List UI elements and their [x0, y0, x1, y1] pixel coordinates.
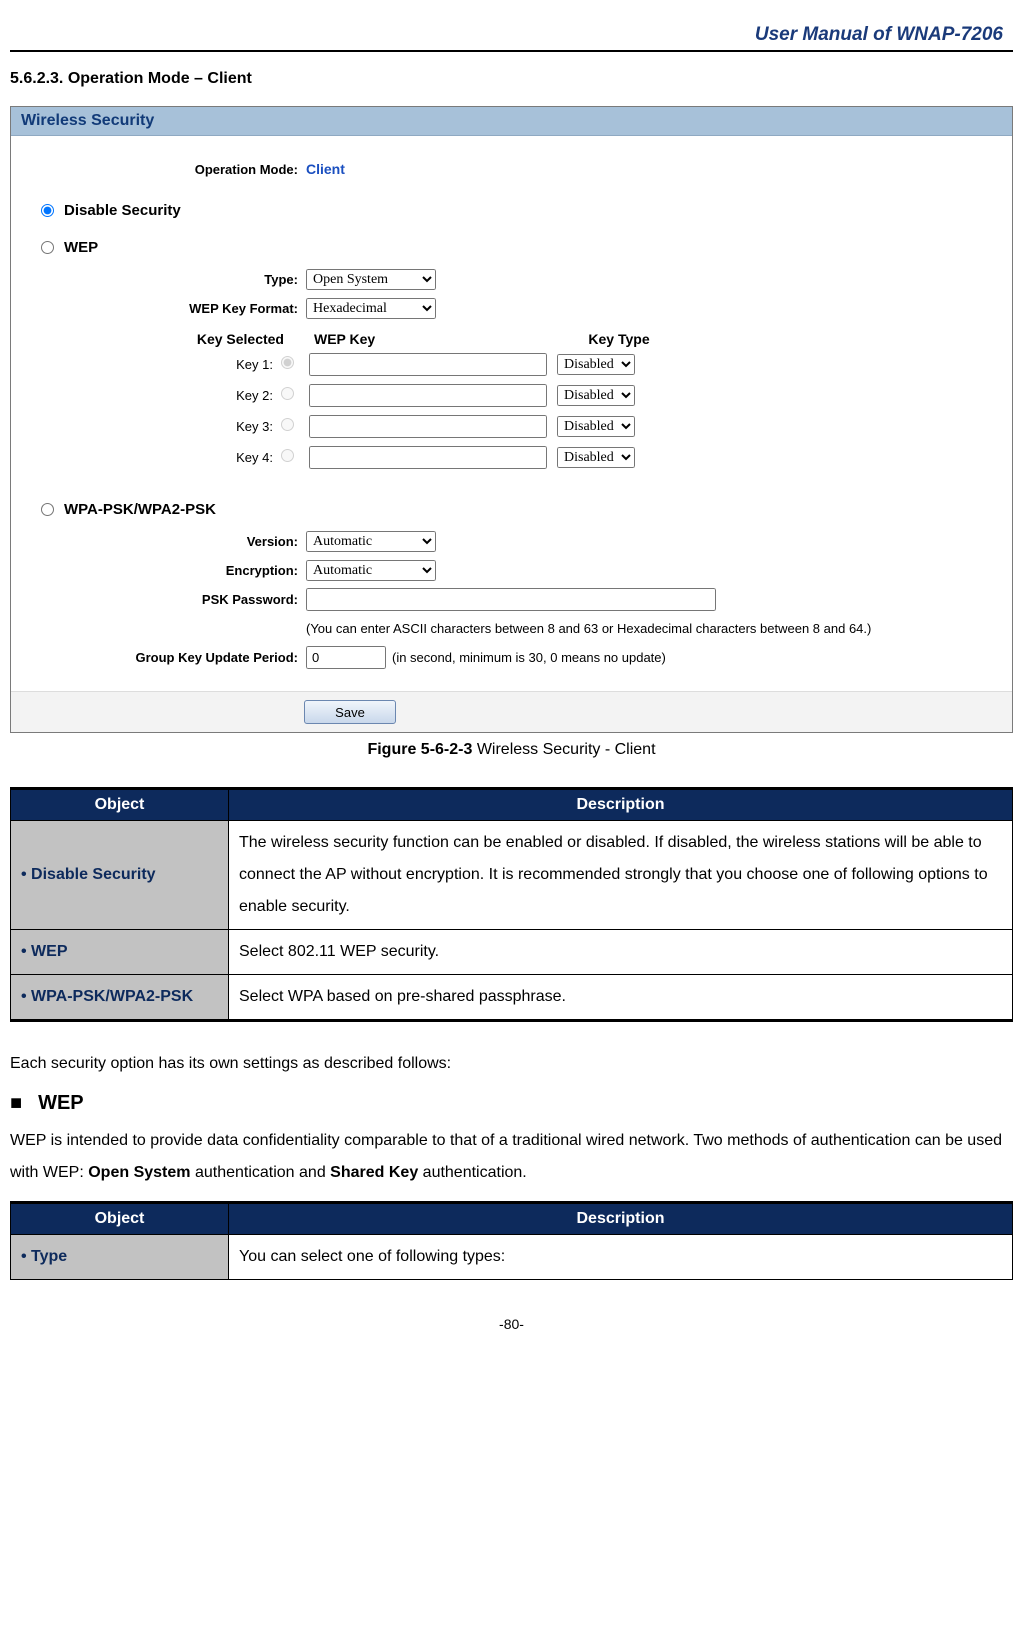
wpa-version-select[interactable]: Automatic [306, 531, 436, 552]
key4-radio[interactable] [281, 449, 294, 462]
header-divider [10, 50, 1013, 52]
td-obj-wep: WEP [11, 930, 229, 975]
save-button[interactable]: Save [304, 700, 396, 724]
key4-label: Key 4: [21, 450, 281, 465]
key3-type-select[interactable]: Disabled [557, 416, 635, 437]
wep-head-key: WEP Key [314, 331, 559, 347]
td-desc-type: You can select one of following types: [229, 1235, 1013, 1280]
wep-label: WEP [64, 239, 98, 256]
figure-caption-text: Wireless Security - Client [472, 741, 655, 758]
key1-radio[interactable] [281, 356, 294, 369]
wep-type-select[interactable]: Open System [306, 269, 436, 290]
key2-type-select[interactable]: Disabled [557, 385, 635, 406]
th-description: Description [229, 789, 1013, 821]
psk-hint: (You can enter ASCII characters between … [306, 621, 871, 636]
disable-security-label: Disable Security [64, 202, 181, 219]
document-header: User Manual of WNAP-7206 [10, 0, 1013, 50]
th-object-2: Object [11, 1203, 229, 1235]
radio-wpa-psk[interactable] [41, 503, 54, 516]
wpa-version-label: Version: [21, 534, 306, 549]
figure-caption: Figure 5-6-2-3 Wireless Security - Clien… [10, 741, 1013, 759]
figure-caption-num: Figure 5-6-2-3 [367, 741, 472, 758]
section-number: 5.6.2.3. [10, 70, 63, 87]
wep-type-label: Type: [21, 272, 306, 287]
td-obj-wpa: WPA-PSK/WPA2-PSK [11, 975, 229, 1021]
gkup-input[interactable] [306, 646, 386, 669]
key4-type-select[interactable]: Disabled [557, 447, 635, 468]
key1-input[interactable] [309, 353, 547, 376]
section-title: Operation Mode – Client [68, 70, 252, 87]
wpa-encryption-select[interactable]: Automatic [306, 560, 436, 581]
key2-input[interactable] [309, 384, 547, 407]
panel-title: Wireless Security [11, 107, 1012, 136]
wep-format-label: WEP Key Format: [21, 301, 306, 316]
wep-head-type: Key Type [559, 331, 679, 347]
gkup-hint: (in second, minimum is 30, 0 means no up… [392, 650, 666, 665]
psk-password-input[interactable] [306, 588, 716, 611]
operation-mode-label: Operation Mode: [21, 162, 306, 177]
key1-type-select[interactable]: Disabled [557, 354, 635, 375]
page-number: -80- [10, 1316, 1013, 1332]
figure-wireless-security: Wireless Security Operation Mode: Client… [10, 106, 1013, 733]
wpa-psk-label: WPA-PSK/WPA2-PSK [64, 501, 216, 518]
wep-head-selected: Key Selected [21, 331, 314, 347]
wep-subheading: ■ WEP [10, 1092, 1013, 1115]
wpa-encryption-label: Encryption: [21, 563, 306, 578]
radio-wep[interactable] [41, 241, 54, 254]
key2-label: Key 2: [21, 388, 281, 403]
radio-disable-security[interactable] [41, 204, 54, 217]
th-description-2: Description [229, 1203, 1013, 1235]
psk-password-label: PSK Password: [21, 592, 306, 607]
gkup-label: Group Key Update Period: [21, 650, 306, 665]
operation-mode-value: Client [306, 161, 345, 177]
td-obj-disable: Disable Security [11, 821, 229, 930]
key1-label: Key 1: [21, 357, 281, 372]
key4-input[interactable] [309, 446, 547, 469]
key3-label: Key 3: [21, 419, 281, 434]
key3-input[interactable] [309, 415, 547, 438]
wep-description: WEP is intended to provide data confiden… [10, 1125, 1013, 1189]
th-object: Object [11, 789, 229, 821]
wep-format-select[interactable]: Hexadecimal [306, 298, 436, 319]
wep-subheading-text: WEP [38, 1092, 84, 1115]
key3-radio[interactable] [281, 418, 294, 431]
square-bullet-icon: ■ [10, 1092, 22, 1115]
section-heading: 5.6.2.3. Operation Mode – Client [10, 70, 1013, 88]
key2-radio[interactable] [281, 387, 294, 400]
intro-paragraph: Each security option has its own setting… [10, 1048, 1013, 1080]
td-desc-wpa: Select WPA based on pre-shared passphras… [229, 975, 1013, 1021]
td-obj-type: Type [11, 1235, 229, 1280]
td-desc-disable: The wireless security function can be en… [229, 821, 1013, 930]
object-table-2: Object Description Type You can select o… [10, 1201, 1013, 1280]
td-desc-wep: Select 802.11 WEP security. [229, 930, 1013, 975]
object-table-1: Object Description Disable Security The … [10, 787, 1013, 1022]
